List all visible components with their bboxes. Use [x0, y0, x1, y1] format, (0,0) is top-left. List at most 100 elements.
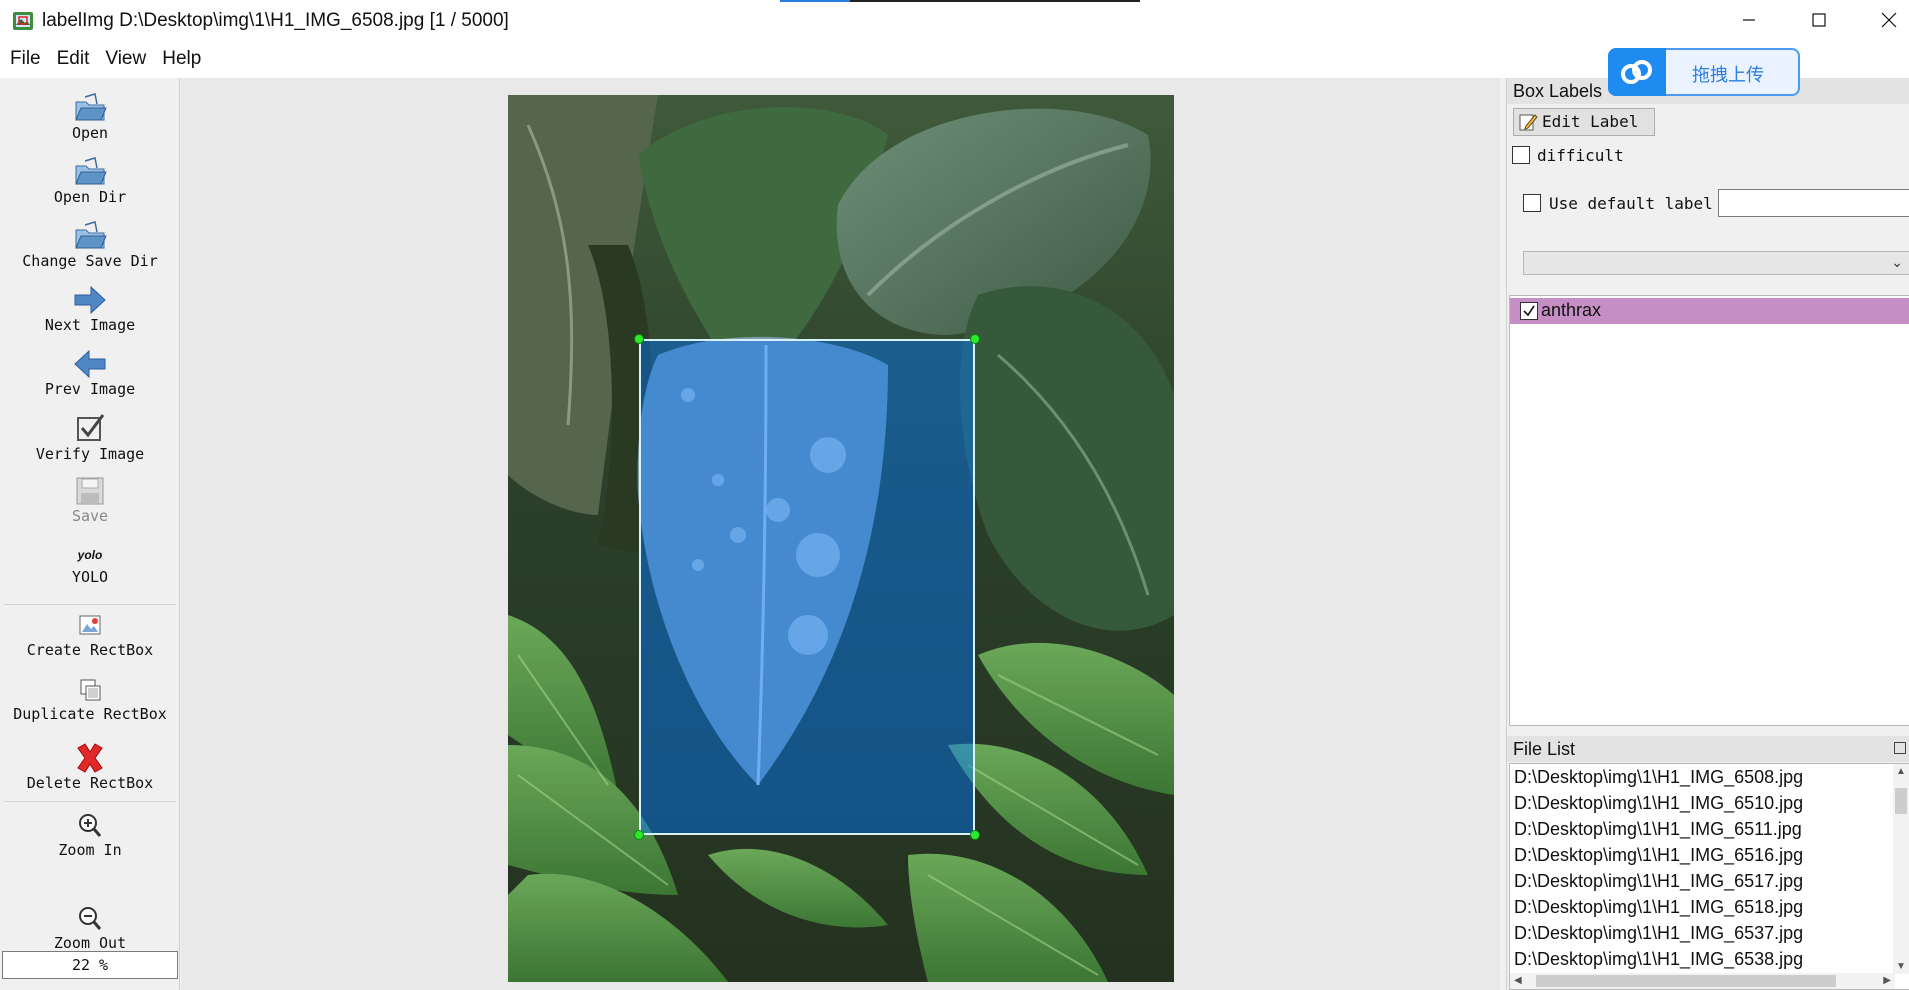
- scroll-thumb[interactable]: [1536, 975, 1836, 987]
- change-save-dir-button[interactable]: Change Save Dir: [0, 220, 180, 270]
- box-labels-list: anthrax: [1509, 295, 1909, 726]
- image-canvas[interactable]: [181, 78, 1500, 990]
- zoom-in-button[interactable]: Zoom In: [0, 811, 180, 859]
- open-button[interactable]: Open: [0, 92, 180, 142]
- save-button[interactable]: Save: [0, 475, 180, 525]
- file-list-item[interactable]: D:\Desktop\img\1\H1_IMG_6537.jpg: [1514, 920, 1803, 946]
- float-dock-icon[interactable]: [1894, 742, 1906, 754]
- file-list: D:\Desktop\img\1\H1_IMG_6508.jpg D:\Desk…: [1509, 763, 1909, 990]
- duplicate-icon: [80, 679, 101, 701]
- close-button[interactable]: [1854, 0, 1909, 40]
- cloud-logo-icon: [1621, 60, 1652, 84]
- scroll-left-icon[interactable]: ◀: [1514, 975, 1522, 986]
- zoom-out-button[interactable]: Zoom Out: [0, 904, 180, 952]
- verify-image-button[interactable]: Verify Image: [0, 413, 180, 463]
- chevron-down-icon: ⌄: [1891, 254, 1903, 270]
- open-label: Open: [71, 124, 109, 142]
- close-icon: [1881, 12, 1897, 28]
- file-list-item[interactable]: D:\Desktop\img\1\H1_IMG_6511.jpg: [1514, 816, 1802, 842]
- delete-x-icon: [77, 743, 103, 773]
- yolo-icon: yolo: [77, 548, 103, 562]
- zoom-out-label: Zoom Out: [53, 934, 127, 952]
- menu-file[interactable]: File: [2, 48, 49, 70]
- edit-label-button[interactable]: Edit Label: [1513, 108, 1655, 136]
- verify-image-label: Verify Image: [35, 445, 145, 463]
- file-list-item[interactable]: D:\Desktop\img\1\H1_IMG_6516.jpg: [1514, 842, 1803, 868]
- difficult-checkbox[interactable]: [1512, 146, 1530, 164]
- bbox-handle-bottom-left[interactable]: [634, 830, 644, 840]
- bbox-handle-top-right[interactable]: [970, 334, 980, 344]
- label-list-item[interactable]: anthrax: [1510, 298, 1909, 324]
- zoom-out-icon: [79, 907, 102, 930]
- zoom-in-label: Zoom In: [58, 841, 122, 859]
- upload-text: 拖拽上传: [1692, 65, 1764, 85]
- upload-widget[interactable]: 拖拽上传: [1608, 48, 1800, 96]
- file-list-item[interactable]: D:\Desktop\img\1\H1_IMG_6510.jpg: [1514, 790, 1803, 816]
- save-label: Save: [71, 507, 109, 525]
- scroll-thumb[interactable]: [1895, 788, 1907, 814]
- next-image-button[interactable]: Next Image: [0, 284, 180, 334]
- duplicate-rectbox-label: Duplicate RectBox: [13, 705, 167, 723]
- minimize-button[interactable]: [1714, 0, 1784, 40]
- file-list-title: File List: [1513, 739, 1576, 759]
- bounding-box[interactable]: [634, 334, 980, 840]
- format-label: YOLO: [71, 568, 109, 586]
- open-folder-icon: [75, 93, 107, 121]
- checkmark-icon: [1523, 305, 1535, 317]
- delete-rectbox-button[interactable]: Delete RectBox: [0, 742, 180, 792]
- file-list-item[interactable]: D:\Desktop\img\1\H1_IMG_6518.jpg: [1514, 894, 1803, 920]
- next-image-label: Next Image: [44, 316, 136, 334]
- scroll-up-icon[interactable]: ▲: [1896, 766, 1906, 777]
- menu-help[interactable]: Help: [154, 48, 209, 70]
- maximize-icon: [1812, 13, 1826, 27]
- label-combo-box[interactable]: ⌄: [1523, 251, 1909, 275]
- floppy-disk-icon: [76, 477, 104, 505]
- create-rectbox-button[interactable]: Create RectBox: [0, 613, 180, 659]
- title-bar: labelImg D:\Desktop\img\1\H1_IMG_6508.jp…: [0, 0, 1909, 40]
- edit-label-text: Edit Label: [1542, 112, 1639, 131]
- maximize-button[interactable]: [1784, 0, 1854, 40]
- duplicate-rectbox-button[interactable]: Duplicate RectBox: [0, 677, 180, 723]
- create-rect-icon: [79, 615, 101, 635]
- file-list-vertical-scrollbar[interactable]: ▲ ▼: [1893, 764, 1909, 974]
- difficult-label: difficult: [1537, 146, 1624, 165]
- file-list-item[interactable]: D:\Desktop\img\1\H1_IMG_6508.jpg: [1514, 764, 1803, 790]
- file-list-item[interactable]: D:\Desktop\img\1\H1_IMG_6538.jpg: [1514, 946, 1803, 972]
- cloud-icon: [1608, 48, 1666, 96]
- delete-rectbox-label: Delete RectBox: [26, 774, 154, 792]
- use-default-label-checkbox[interactable]: [1523, 194, 1541, 212]
- default-label-input[interactable]: [1718, 189, 1909, 217]
- scroll-down-icon[interactable]: ▼: [1896, 961, 1906, 972]
- zoom-in-icon: [79, 814, 102, 837]
- bbox-handle-bottom-right[interactable]: [970, 830, 980, 840]
- arrow-right-icon: [74, 285, 106, 315]
- change-save-dir-label: Change Save Dir: [22, 252, 158, 270]
- file-list-item[interactable]: D:\Desktop\img\1\H1_IMG_6517.jpg: [1514, 868, 1803, 894]
- prev-image-button[interactable]: Prev Image: [0, 348, 180, 398]
- left-toolbar: Open Open Dir Change Save Dir Next Image…: [0, 78, 180, 990]
- folder-icon: [75, 157, 107, 185]
- checkbox-check-icon: [77, 414, 105, 441]
- window-title: labelImg D:\Desktop\img\1\H1_IMG_6508.jp…: [42, 10, 509, 31]
- arrow-left-icon: [74, 349, 106, 379]
- prev-image-label: Prev Image: [44, 380, 136, 398]
- app-icon: [13, 12, 33, 30]
- bbox-handle-top-left[interactable]: [634, 334, 644, 344]
- bounding-box-fill: [639, 339, 975, 835]
- open-dir-label: Open Dir: [53, 188, 127, 206]
- label-item-text: anthrax: [1541, 300, 1602, 320]
- menu-edit[interactable]: Edit: [49, 48, 98, 70]
- create-rectbox-label: Create RectBox: [26, 641, 154, 659]
- scroll-right-icon[interactable]: ▶: [1883, 975, 1891, 986]
- minimize-icon: [1743, 19, 1755, 21]
- use-default-label-label: Use default label: [1549, 194, 1713, 213]
- zoom-value-field[interactable]: 22 %: [2, 951, 178, 979]
- save-folder-icon: [75, 221, 107, 249]
- toolbar-separator: [4, 801, 176, 802]
- file-list-horizontal-scrollbar[interactable]: ◀ ▶: [1510, 973, 1895, 989]
- menu-view[interactable]: View: [97, 48, 154, 70]
- format-yolo-button[interactable]: yolo YOLO: [0, 542, 180, 586]
- label-item-checkbox[interactable]: [1520, 302, 1538, 320]
- open-dir-button[interactable]: Open Dir: [0, 156, 180, 206]
- edit-pencil-icon: [1519, 114, 1538, 131]
